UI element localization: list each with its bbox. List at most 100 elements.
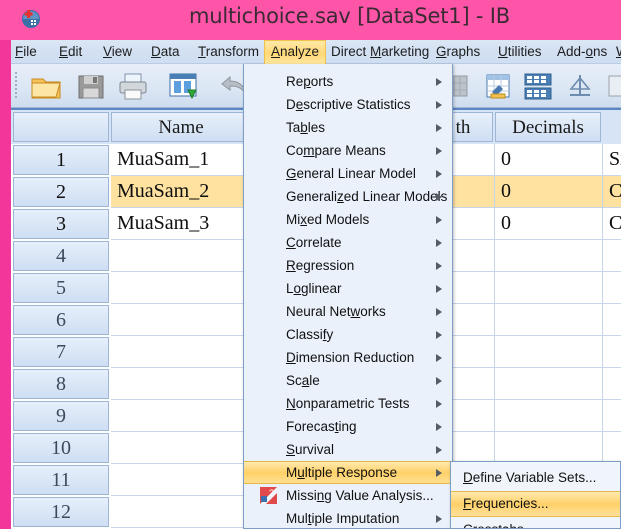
analyze-menu-item-mixed-models[interactable]: Mixed Models xyxy=(244,208,452,231)
analyze-menu-item-missing-value-analysis[interactable]: ? Missing Value Analysis... xyxy=(244,484,452,507)
cell-name-row-4[interactable] xyxy=(111,240,253,272)
spss-data-editor-window: multichoice.sav [DataSet1] - IB File Edit… xyxy=(0,0,621,529)
analyze-menu-item-generalized-linear-models[interactable]: Generalized Linear Models xyxy=(244,185,452,208)
row-header-3[interactable]: 3 xyxy=(13,209,109,239)
cell-decimals-row-7[interactable] xyxy=(495,336,603,368)
row-header-4[interactable]: 4 xyxy=(13,241,109,271)
submenu-arrow-icon xyxy=(436,330,442,339)
cell-name-row-6[interactable] xyxy=(111,304,253,336)
analyze-menu-item-nonparametric-tests[interactable]: Nonparametric Tests xyxy=(244,392,452,415)
open-file-icon[interactable] xyxy=(29,70,63,103)
menubar-item-file[interactable]: File xyxy=(9,40,43,64)
menubar-item-analyze[interactable]: Analyze xyxy=(264,40,327,64)
cell-label-row-6[interactable] xyxy=(603,304,621,336)
menubar-item-view[interactable]: View xyxy=(97,40,138,64)
print-icon[interactable] xyxy=(116,70,150,103)
analyze-dropdown-menu: Reports Descriptive Statistics Tables Compa… xyxy=(243,64,453,529)
analyze-menu-item-tables[interactable]: Tables xyxy=(244,116,452,139)
cell-label-row-9[interactable] xyxy=(603,400,621,432)
submenu-item-define-variable-sets[interactable]: Define Variable Sets... xyxy=(451,465,620,491)
row-header-1[interactable]: 1 xyxy=(13,145,109,175)
analyze-menu-item-label: Scale xyxy=(286,373,320,388)
cell-decimals-row-4[interactable] xyxy=(495,240,603,272)
analyze-menu-item-label: Generalized Linear Models xyxy=(286,189,448,204)
menubar-item-edit[interactable]: Edit xyxy=(53,40,88,64)
row-header-7[interactable]: 7 xyxy=(13,337,109,367)
menubar-item-windo[interactable]: Windo xyxy=(610,40,621,64)
analyze-menu-item-loglinear[interactable]: Loglinear xyxy=(244,277,452,300)
save-file-icon[interactable] xyxy=(74,70,108,103)
submenu-arrow-icon xyxy=(436,100,442,109)
cell-name-row-3[interactable]: MuaSam_3 xyxy=(111,208,253,240)
menubar-item-transform[interactable]: Transform xyxy=(192,40,265,64)
menubar-item-data[interactable]: Data xyxy=(145,40,186,64)
analyze-menu-item-label: Dimension Reduction xyxy=(286,350,415,365)
cell-decimals-row-9[interactable] xyxy=(495,400,603,432)
cell-name-row-9[interactable] xyxy=(111,400,253,432)
column-header-name[interactable]: Name xyxy=(111,112,251,142)
select-cases-icon[interactable] xyxy=(603,70,621,103)
column-header-decimals[interactable]: Decimals xyxy=(495,112,601,142)
row-header-8[interactable]: 8 xyxy=(13,369,109,399)
analyze-menu-item-compare-means[interactable]: Compare Means xyxy=(244,139,452,162)
cell-name-row-8[interactable] xyxy=(111,368,253,400)
recall-dialogs-icon[interactable] xyxy=(166,70,200,103)
cell-name-row-10[interactable] xyxy=(111,432,253,464)
menubar-item-graphs[interactable]: Graphs xyxy=(430,40,486,64)
analyze-menu-item-label: Descriptive Statistics xyxy=(286,97,411,112)
cell-decimals-row-3[interactable]: 0 xyxy=(495,208,603,240)
analyze-menu-item-general-linear-model[interactable]: General Linear Model xyxy=(244,162,452,185)
row-header-6[interactable]: 6 xyxy=(13,305,109,335)
submenu-item-crosstabs[interactable]: Crosstabs... xyxy=(451,517,620,528)
analyze-menu-item-multiple-response[interactable]: Multiple Response xyxy=(244,461,452,484)
split-file-icon[interactable] xyxy=(521,70,555,103)
row-header-11[interactable]: 11 xyxy=(13,465,109,495)
analyze-menu-item-dimension-reduction[interactable]: Dimension Reduction xyxy=(244,346,452,369)
cell-label-row-1[interactable]: Si xyxy=(603,144,621,176)
cell-name-row-11[interactable] xyxy=(111,464,253,496)
analyze-menu-item-survival[interactable]: Survival xyxy=(244,438,452,461)
analyze-menu-item-correlate[interactable]: Correlate xyxy=(244,231,452,254)
cell-name-row-7[interactable] xyxy=(111,336,253,368)
cell-label-row-10[interactable] xyxy=(603,432,621,464)
column-header-blank[interactable] xyxy=(13,112,109,142)
cell-decimals-row-10[interactable] xyxy=(495,432,603,464)
analyze-menu-item-classify[interactable]: Classify xyxy=(244,323,452,346)
cell-label-row-2[interactable]: Ch xyxy=(603,176,621,208)
analyze-menu-item-forecasting[interactable]: Forecasting xyxy=(244,415,452,438)
cell-decimals-row-1[interactable]: 0 xyxy=(495,144,603,176)
row-header-10[interactable]: 10 xyxy=(13,433,109,463)
cell-name-row-12[interactable] xyxy=(111,496,253,528)
weight-cases-icon[interactable] xyxy=(563,70,597,103)
row-header-9[interactable]: 9 xyxy=(13,401,109,431)
analyze-menu-item-reports[interactable]: Reports xyxy=(244,70,452,93)
cell-label-row-8[interactable] xyxy=(603,368,621,400)
submenu-item-frequencies[interactable]: Frequencies... xyxy=(451,491,620,517)
cell-name-row-5[interactable] xyxy=(111,272,253,304)
toolbar-grip[interactable] xyxy=(14,70,20,102)
cell-name-row-2[interactable]: MuaSam_2 xyxy=(111,176,253,208)
row-header-5[interactable]: 5 xyxy=(13,273,109,303)
cell-decimals-row-6[interactable] xyxy=(495,304,603,336)
analyze-menu-item-descriptive-statistics[interactable]: Descriptive Statistics xyxy=(244,93,452,116)
cell-label-row-5[interactable] xyxy=(603,272,621,304)
insert-case-icon[interactable] xyxy=(481,70,515,103)
cell-label-row-7[interactable] xyxy=(603,336,621,368)
cell-name-row-1[interactable]: MuaSam_1 xyxy=(111,144,253,176)
analyze-menu-item-label: Tables xyxy=(286,120,326,135)
analyze-menu-item-scale[interactable]: Scale xyxy=(244,369,452,392)
cell-decimals-row-2[interactable]: 0 xyxy=(495,176,603,208)
cell-label-row-3[interactable]: Cu xyxy=(603,208,621,240)
analyze-menu-item-multiple-imputation[interactable]: Multiple Imputation xyxy=(244,507,452,528)
submenu-arrow-icon xyxy=(436,238,442,247)
row-header-12[interactable]: 12 xyxy=(13,497,109,527)
menubar-item-direct-marketing[interactable]: Direct Marketing xyxy=(325,40,435,64)
analyze-menu-item-neural-networks[interactable]: Neural Networks xyxy=(244,300,452,323)
row-header-2[interactable]: 2 xyxy=(13,177,109,207)
menubar-item-utilities[interactable]: Utilities xyxy=(492,40,548,64)
analyze-menu-item-regression[interactable]: Regression xyxy=(244,254,452,277)
cell-label-row-4[interactable] xyxy=(603,240,621,272)
cell-decimals-row-8[interactable] xyxy=(495,368,603,400)
menubar-item-add-ons[interactable]: Add-ons xyxy=(551,40,613,64)
cell-decimals-row-5[interactable] xyxy=(495,272,603,304)
